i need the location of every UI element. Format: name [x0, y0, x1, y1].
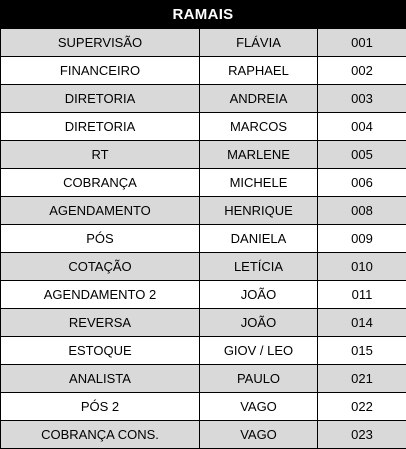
- name-cell: VAGO: [200, 421, 318, 449]
- table-row: SUPERVISÃO FLÁVIA 001: [1, 29, 406, 57]
- sector-cell: COTAÇÃO: [1, 253, 200, 281]
- table-row: ANALISTA PAULO 021: [1, 365, 406, 393]
- extension-cell: 008: [318, 197, 406, 225]
- extension-cell: 004: [318, 113, 406, 141]
- extension-cell: 006: [318, 169, 406, 197]
- name-cell: LETÍCIA: [200, 253, 318, 281]
- sector-cell: FINANCEIRO: [1, 57, 200, 85]
- sector-cell: AGENDAMENTO: [1, 197, 200, 225]
- extension-cell: 014: [318, 309, 406, 337]
- table-row: ESTOQUE GIOV / LEO 015: [1, 337, 406, 365]
- sector-cell: COBRANÇA: [1, 169, 200, 197]
- sector-cell: ESTOQUE: [1, 337, 200, 365]
- table-row: FINANCEIRO RAPHAEL 002: [1, 57, 406, 85]
- extension-cell: 005: [318, 141, 406, 169]
- name-cell: GIOV / LEO: [200, 337, 318, 365]
- name-cell: RAPHAEL: [200, 57, 318, 85]
- name-cell: VAGO: [200, 393, 318, 421]
- extension-cell: 010: [318, 253, 406, 281]
- name-cell: HENRIQUE: [200, 197, 318, 225]
- extension-cell: 003: [318, 85, 406, 113]
- table-row: REVERSA JOÃO 014: [1, 309, 406, 337]
- name-cell: ANDREIA: [200, 85, 318, 113]
- table-row: PÓS DANIELA 009: [1, 225, 406, 253]
- name-cell: JOÃO: [200, 309, 318, 337]
- sector-cell: AGENDAMENTO 2: [1, 281, 200, 309]
- name-cell: MARLENE: [200, 141, 318, 169]
- sector-cell: RT: [1, 141, 200, 169]
- name-cell: PAULO: [200, 365, 318, 393]
- extension-cell: 001: [318, 29, 406, 57]
- extension-cell: 021: [318, 365, 406, 393]
- name-cell: MICHELE: [200, 169, 318, 197]
- sector-cell: REVERSA: [1, 309, 200, 337]
- table-row: AGENDAMENTO 2 JOÃO 011: [1, 281, 406, 309]
- table-row: PÓS 2 VAGO 022: [1, 393, 406, 421]
- table-row: RT MARLENE 005: [1, 141, 406, 169]
- name-cell: DANIELA: [200, 225, 318, 253]
- sector-cell: PÓS 2: [1, 393, 200, 421]
- table-row: COBRANÇA CONS. VAGO 023: [1, 421, 406, 449]
- sector-cell: DIRETORIA: [1, 113, 200, 141]
- extension-cell: 015: [318, 337, 406, 365]
- table-row: COBRANÇA MICHELE 006: [1, 169, 406, 197]
- extension-cell: 011: [318, 281, 406, 309]
- name-cell: MARCOS: [200, 113, 318, 141]
- name-cell: FLÁVIA: [200, 29, 318, 57]
- ramais-sheet: RAMAIS SUPERVISÃO FLÁVIA 001 FINANCEIRO …: [0, 0, 406, 442]
- name-cell: JOÃO: [200, 281, 318, 309]
- table-row: DIRETORIA MARCOS 004: [1, 113, 406, 141]
- extension-cell: 002: [318, 57, 406, 85]
- sector-cell: COBRANÇA CONS.: [1, 421, 200, 449]
- table-row: AGENDAMENTO HENRIQUE 008: [1, 197, 406, 225]
- sector-cell: SUPERVISÃO: [1, 29, 200, 57]
- sector-cell: PÓS: [1, 225, 200, 253]
- extension-cell: 009: [318, 225, 406, 253]
- sector-cell: DIRETORIA: [1, 85, 200, 113]
- extensions-table: SUPERVISÃO FLÁVIA 001 FINANCEIRO RAPHAEL…: [0, 28, 406, 449]
- table-row: COTAÇÃO LETÍCIA 010: [1, 253, 406, 281]
- sector-cell: ANALISTA: [1, 365, 200, 393]
- extension-cell: 022: [318, 393, 406, 421]
- table-title: RAMAIS: [0, 0, 406, 28]
- table-row: DIRETORIA ANDREIA 003: [1, 85, 406, 113]
- extension-cell: 023: [318, 421, 406, 449]
